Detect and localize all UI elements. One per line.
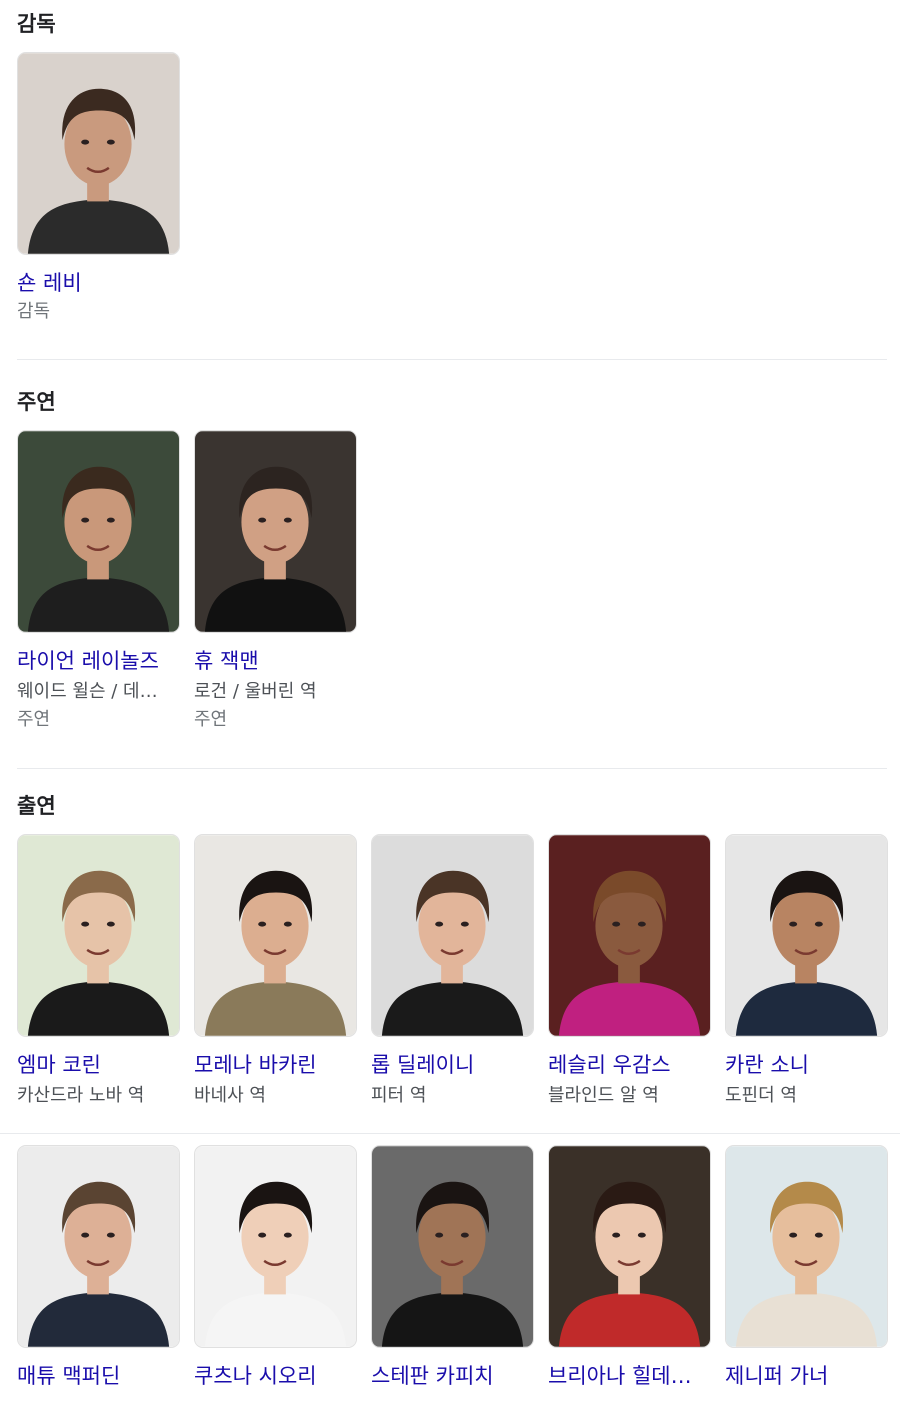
person-name-link[interactable]: 엠마 코린 [17, 1051, 180, 1079]
person-name-link[interactable]: 휴 잭맨 [194, 647, 357, 675]
person-name-link[interactable]: 카란 소니 [725, 1051, 888, 1079]
person-name-link[interactable]: 제니퍼 가너 [725, 1362, 888, 1390]
person-photo [372, 1146, 533, 1347]
lead-row: 라이언 레이놀즈 웨이드 윌슨 / 데… 주연 휴 잭맨 로건 / 울버린 역 주연 [17, 430, 357, 733]
person-photo-frame[interactable] [725, 1145, 888, 1348]
divider [0, 1133, 900, 1134]
person-photo-frame[interactable] [17, 1145, 180, 1348]
person-card[interactable]: 라이언 레이놀즈웨이드 윌슨 / 데… 주연 [17, 430, 180, 733]
person-card[interactable]: 모레나 바카린바네사 역 [194, 834, 357, 1109]
person-photo-frame[interactable] [17, 430, 180, 633]
person-photo-frame[interactable] [17, 834, 180, 1037]
director-row: 숀 레비감독 [17, 52, 180, 325]
person-name-link[interactable]: 스테판 카피치 [371, 1362, 534, 1390]
person-photo-frame[interactable] [548, 1145, 711, 1348]
person-photo-frame[interactable] [194, 430, 357, 633]
person-photo-frame[interactable] [371, 1145, 534, 1348]
person-name-link[interactable]: 숀 레비 [17, 269, 180, 297]
person-card[interactable]: 쿠츠나 시오리 [194, 1145, 357, 1390]
person-role: 웨이드 윌슨 / 데… [17, 681, 158, 702]
person-card[interactable]: 레슬리 우감스블라인드 알 역 [548, 834, 711, 1109]
person-credit-type: 주연 [17, 709, 51, 730]
section-title-lead: 주연 [17, 390, 56, 414]
person-photo [372, 835, 533, 1036]
person-photo [18, 1146, 179, 1347]
person-name-link[interactable]: 레슬리 우감스 [548, 1051, 711, 1079]
person-photo-frame[interactable] [194, 834, 357, 1037]
person-card[interactable]: 매튜 맥퍼딘 [17, 1145, 180, 1390]
person-photo-frame[interactable] [371, 834, 534, 1037]
person-photo-frame[interactable] [194, 1145, 357, 1348]
person-card[interactable]: 숀 레비감독 [17, 52, 180, 325]
section-title-cast: 출연 [17, 794, 56, 818]
person-card[interactable]: 엠마 코린카산드라 노바 역 [17, 834, 180, 1109]
person-name-link[interactable]: 브리아나 힐데… [548, 1362, 711, 1390]
person-card[interactable]: 브리아나 힐데… [548, 1145, 711, 1390]
person-photo [549, 1146, 710, 1347]
person-card[interactable]: 롭 딜레이니피터 역 [371, 834, 534, 1109]
person-photo [18, 53, 179, 254]
person-card[interactable]: 카란 소니도핀더 역 [725, 834, 888, 1109]
person-photo-frame[interactable] [725, 834, 888, 1037]
person-photo [195, 1146, 356, 1347]
person-photo [726, 1146, 887, 1347]
person-photo [549, 835, 710, 1036]
person-card[interactable]: 휴 잭맨로건 / 울버린 역주연 [194, 430, 357, 733]
person-role: 블라인드 알 역 [548, 1085, 659, 1106]
person-role: 도핀더 역 [725, 1085, 797, 1106]
person-name-link[interactable]: 매튜 맥퍼딘 [17, 1362, 180, 1390]
cast-row-1: 엠마 코린 카산드라 노바 역 모레나 바카린 바네사 역롭 딜레이니 피터 역 레슬리 … [17, 834, 888, 1109]
person-photo [195, 431, 356, 632]
person-credit-type: 감독 [17, 301, 51, 322]
person-name-link[interactable]: 쿠츠나 시오리 [194, 1362, 357, 1390]
person-credit-type: 주연 [194, 709, 228, 730]
person-card[interactable]: 제니퍼 가너 [725, 1145, 888, 1390]
person-photo [726, 835, 887, 1036]
section-title-director: 감독 [17, 12, 56, 36]
person-photo-frame[interactable] [17, 52, 180, 255]
person-photo [195, 835, 356, 1036]
person-photo [18, 431, 179, 632]
person-role: 피터 역 [371, 1085, 427, 1106]
person-role: 로건 / 울버린 역 [194, 681, 317, 702]
person-photo [18, 835, 179, 1036]
person-card[interactable]: 스테판 카피치 [371, 1145, 534, 1390]
person-role: 카산드라 노바 역 [17, 1085, 145, 1106]
divider [17, 359, 887, 360]
person-photo-frame[interactable] [548, 834, 711, 1037]
person-name-link[interactable]: 모레나 바카린 [194, 1051, 357, 1079]
cast-row-2: 매튜 맥퍼딘 쿠츠나 시오리 스테판 카피치 브리아나 힐데… 제니퍼 가너 [17, 1145, 888, 1390]
person-name-link[interactable]: 롭 딜레이니 [371, 1051, 534, 1079]
person-role: 바네사 역 [194, 1085, 266, 1106]
divider [17, 768, 887, 769]
person-name-link[interactable]: 라이언 레이놀즈 [17, 647, 180, 675]
